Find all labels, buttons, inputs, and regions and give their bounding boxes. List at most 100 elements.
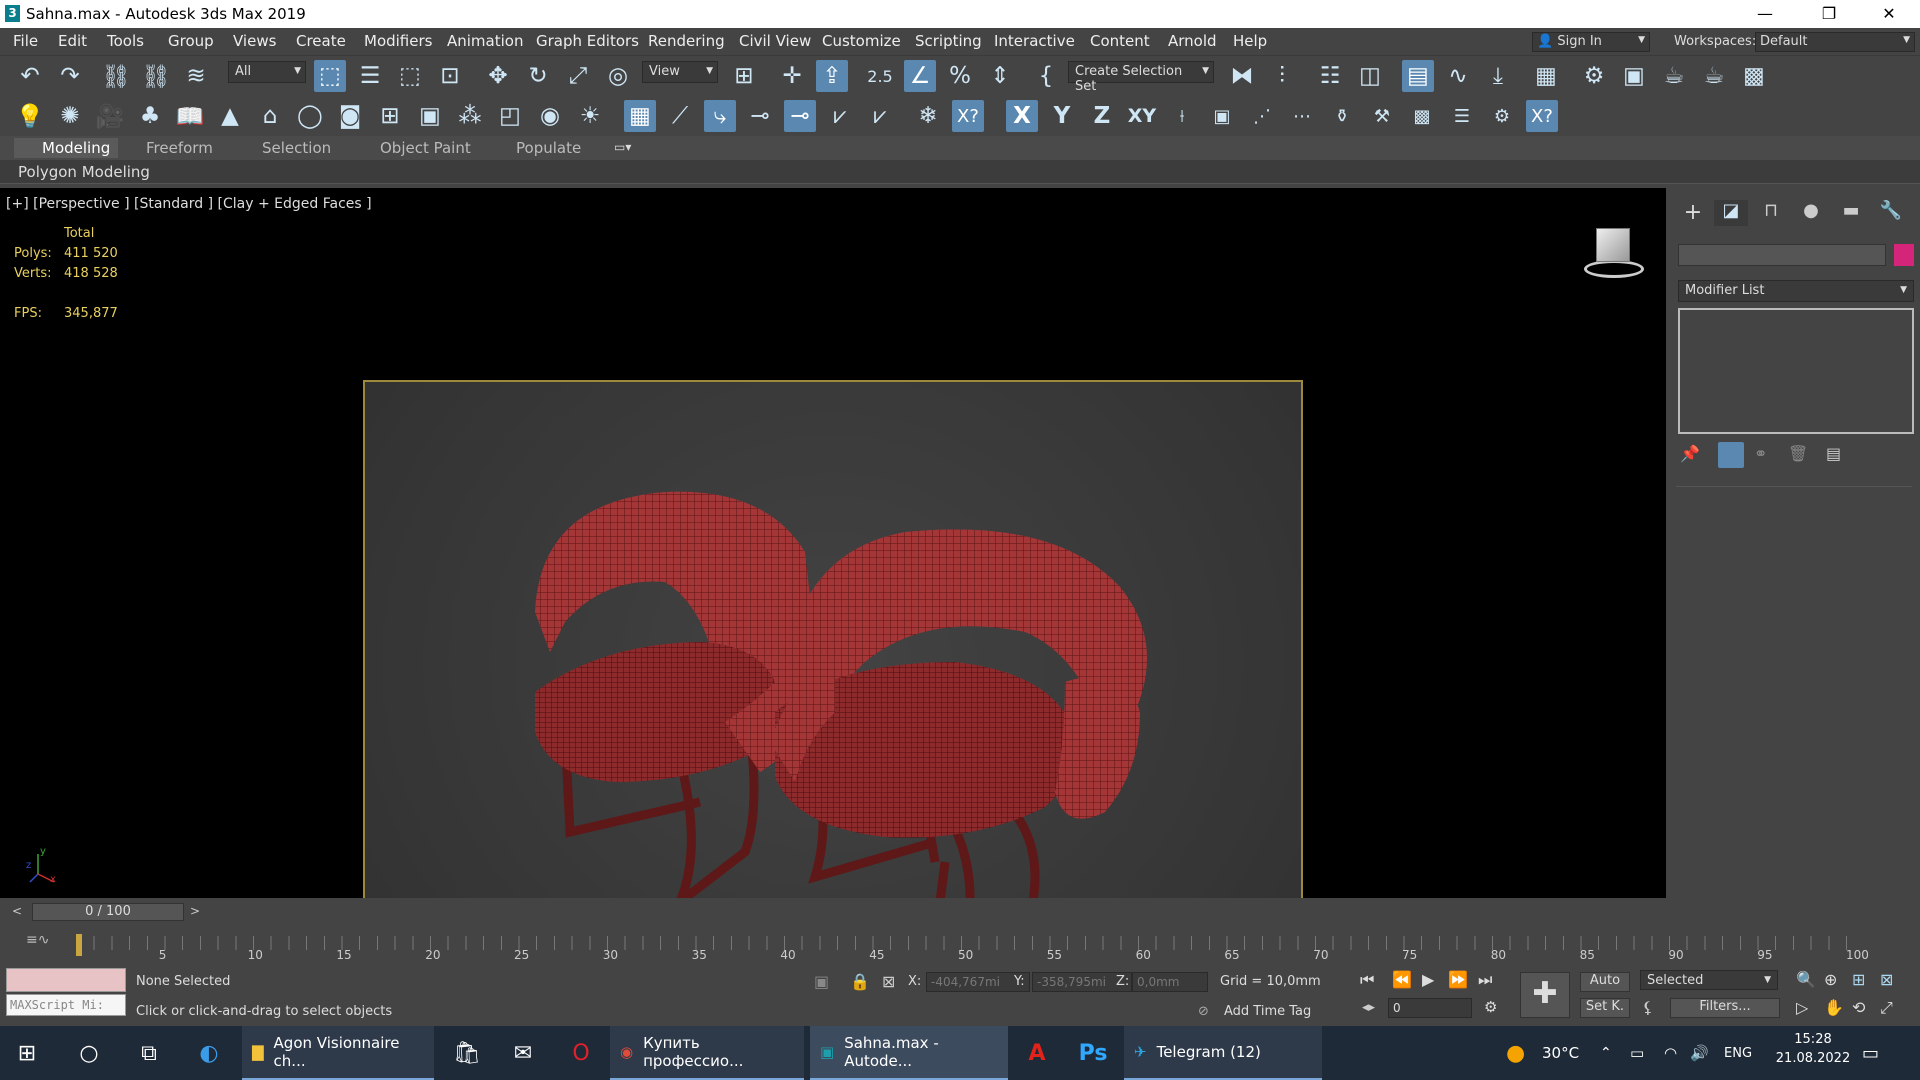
language-indicator[interactable]: ENG xyxy=(1724,1026,1752,1080)
mirror-icon[interactable]: ⧓ xyxy=(1226,60,1258,92)
minimize-button[interactable]: — xyxy=(1742,0,1788,28)
time-slider-thumb[interactable]: 0 / 100 xyxy=(32,903,184,921)
maxscript-input[interactable]: MAXScript Mi: xyxy=(6,994,126,1016)
tree-icon[interactable]: ♣ xyxy=(134,100,166,132)
move-icon[interactable]: ✥ xyxy=(482,60,514,92)
play-icon[interactable]: ▶ xyxy=(1422,970,1434,989)
tab-populate[interactable]: Populate xyxy=(516,139,581,157)
taskbar-app-chrome[interactable]: ◉ Купить профессио... xyxy=(610,1026,804,1080)
vertex-snap-icon[interactable]: ⤷ xyxy=(704,100,736,132)
menu-create[interactable]: Create xyxy=(296,32,346,50)
workspaces-dropdown[interactable]: Default ▼ xyxy=(1755,32,1915,52)
rotate-icon[interactable]: ↻ xyxy=(522,60,554,92)
edit-named-selection-icon[interactable]: { xyxy=(1030,60,1062,92)
z-coordinate-field[interactable]: 0,0mm xyxy=(1132,972,1208,992)
absolute-mode-icon[interactable]: ⊠ xyxy=(882,972,895,991)
time-prev-button[interactable]: < xyxy=(12,904,22,918)
camera-icon[interactable]: 🎥 xyxy=(94,100,126,132)
pine-tree-icon[interactable]: ▲ xyxy=(214,100,246,132)
hierarchy-tab-icon[interactable]: ⊓ xyxy=(1754,200,1788,226)
scene-explorer-icon[interactable]: ☷ xyxy=(1314,60,1346,92)
material-editor-icon[interactable]: ▦ xyxy=(1530,60,1562,92)
close-button[interactable]: ✕ xyxy=(1866,0,1912,28)
pivot-snap-icon[interactable]: ⟋ xyxy=(664,100,696,132)
restore-button[interactable]: ❐ xyxy=(1806,0,1852,28)
menu-tools[interactable]: Tools xyxy=(107,32,144,50)
track-bar[interactable]: ≡∿ 5 10 15 20 25 30 35 40 45 50 55 60 65 70 75 80 85 90 95… xyxy=(0,926,1920,966)
render-iterative-icon[interactable]: ☕ xyxy=(1698,60,1730,92)
orbit-icon[interactable]: ⟲ xyxy=(1852,998,1865,1017)
rendered-frame-window-icon[interactable]: ▣ xyxy=(1618,60,1650,92)
align-icon[interactable]: ⫶ xyxy=(1266,60,1298,92)
spinner-snap-icon[interactable]: ⇕ xyxy=(984,60,1016,92)
toggle-ribbon-icon[interactable]: ▤ xyxy=(1402,60,1434,92)
render-setup-icon[interactable]: ⚙ xyxy=(1578,60,1610,92)
box-render-icon[interactable]: ◙ xyxy=(334,100,366,132)
wrench-tool-icon[interactable]: ⚒ xyxy=(1366,100,1398,132)
sign-in-dropdown[interactable]: 👤 Sign In ▼ xyxy=(1532,32,1650,52)
tab-object-paint[interactable]: Object Paint xyxy=(380,139,471,157)
book-icon[interactable]: 📖 xyxy=(174,100,206,132)
grid-snap-icon[interactable]: ▦ xyxy=(624,100,656,132)
pin-stack-icon[interactable]: 📌 xyxy=(1680,444,1700,463)
pivot-center-icon[interactable]: ⊞ xyxy=(728,60,760,92)
set-key-button[interactable]: Set K. xyxy=(1580,998,1630,1018)
weather-icon[interactable]: ● xyxy=(1506,1026,1525,1080)
show-end-result-icon[interactable] xyxy=(1718,442,1744,468)
snaps-toggle-icon[interactable]: 2.5 xyxy=(864,60,896,92)
show-hidden-icons[interactable]: ⌃ xyxy=(1600,1026,1612,1080)
array-icon[interactable]: ▣ xyxy=(1206,100,1238,132)
grid-box-icon[interactable]: ⊞ xyxy=(374,100,406,132)
start-button[interactable]: ⊞ xyxy=(0,1026,54,1080)
time-slider[interactable]: < 0 / 100 > xyxy=(0,898,1920,926)
menu-interactive[interactable]: Interactive xyxy=(994,32,1075,50)
ribbon-options-icon[interactable]: ▭▾ xyxy=(614,140,631,154)
eye-icon[interactable]: ◉ xyxy=(534,100,566,132)
select-manipulate-icon[interactable]: ✛ xyxy=(776,60,808,92)
wifi-icon[interactable]: ◠ xyxy=(1664,1026,1677,1080)
render-production-icon[interactable]: ☕ xyxy=(1658,60,1690,92)
isolate-selection-icon[interactable]: ▣ xyxy=(814,972,829,991)
torus-icon[interactable]: ◯ xyxy=(294,100,326,132)
object-color-swatch[interactable] xyxy=(1894,244,1914,266)
curve-editor-icon[interactable]: ∿ xyxy=(1442,60,1474,92)
axis-x-constraint-icon[interactable]: X xyxy=(1006,100,1038,132)
edge-snap-icon[interactable]: ⩗ xyxy=(824,100,856,132)
bind-space-warp-icon[interactable]: ≋ xyxy=(180,60,212,92)
pan-view-icon[interactable]: ✋ xyxy=(1824,998,1844,1017)
key-tangent-icon[interactable]: ⚸ xyxy=(1642,998,1654,1017)
maxscript-listener-output[interactable] xyxy=(6,968,126,992)
notifications-icon[interactable]: ▭ xyxy=(1862,1026,1879,1080)
tab-modeling[interactable]: Modeling xyxy=(42,139,110,157)
xform-toggle-icon[interactable]: X? xyxy=(1526,100,1558,132)
key-mode-icon[interactable]: ◂▸ xyxy=(1362,1000,1375,1015)
tab-freeform[interactable]: Freeform xyxy=(146,139,213,157)
key-filter-dropdown[interactable]: Selected ▼ xyxy=(1640,970,1778,990)
menu-scripting[interactable]: Scripting xyxy=(915,32,982,50)
sun-icon[interactable]: ✺ xyxy=(54,100,86,132)
maximize-viewport-icon[interactable]: ⤢ xyxy=(1880,998,1893,1018)
perspective-viewport[interactable]: y z x xyxy=(0,188,1666,1080)
search-icon[interactable]: ○ xyxy=(62,1026,116,1080)
bottle-icon[interactable]: ⌂ xyxy=(254,100,286,132)
menu-rendering[interactable]: Rendering xyxy=(648,32,725,50)
utilities-tab-icon[interactable]: 🔧 xyxy=(1874,200,1908,226)
snapshot-icon[interactable]: ⋯ xyxy=(1286,100,1318,132)
opera-icon[interactable]: O xyxy=(554,1026,608,1080)
next-frame-icon[interactable]: ⏩ xyxy=(1448,970,1468,989)
menu-file[interactable]: File xyxy=(13,32,38,50)
lock-selection-icon[interactable]: 🔒 xyxy=(850,972,870,991)
percent-snap-icon[interactable]: % xyxy=(944,60,976,92)
create-tab-icon[interactable]: + xyxy=(1676,200,1710,226)
volume-icon[interactable]: 🔊 xyxy=(1690,1026,1709,1080)
unlink-icon[interactable]: ⛓ xyxy=(140,60,172,92)
midpoint-snap-icon[interactable]: ⊸ xyxy=(784,100,816,132)
angle-snap-icon[interactable]: ∠ xyxy=(904,60,936,92)
menu-animation[interactable]: Animation xyxy=(447,32,523,50)
zoom-all-icon[interactable]: ⊕ xyxy=(1824,970,1837,989)
tools-icon[interactable]: ⚱ xyxy=(1326,100,1358,132)
zoom-icon[interactable]: 🔍 xyxy=(1796,970,1816,989)
curve-editor-mini-icon[interactable]: ≡∿ xyxy=(26,932,49,948)
autocad-icon[interactable]: A xyxy=(1010,1026,1064,1080)
stack-icon[interactable]: ☰ xyxy=(1446,100,1478,132)
